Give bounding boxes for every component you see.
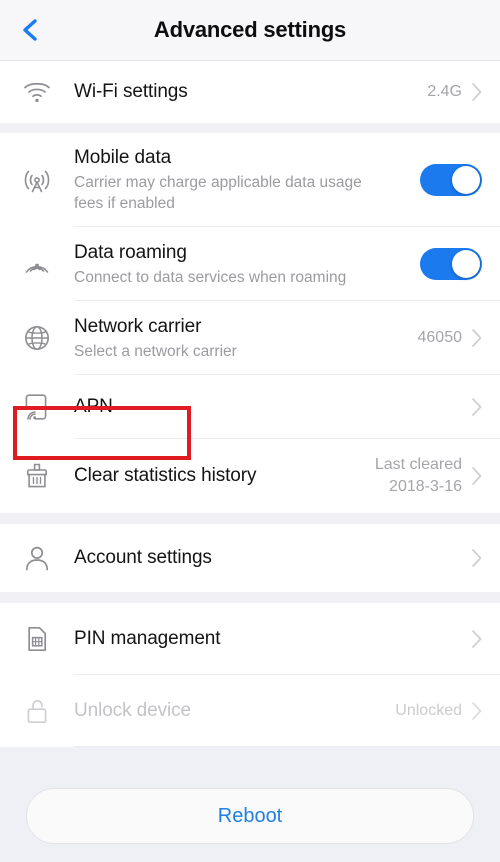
- row-unlock-device[interactable]: Unlock device Unlocked: [0, 675, 500, 747]
- cell-tower-icon: [0, 164, 74, 196]
- row-mobile-data[interactable]: Mobile data Carrier may charge applicabl…: [0, 133, 500, 227]
- person-icon: [0, 543, 74, 573]
- row-value: Unlocked: [395, 702, 462, 719]
- advanced-settings-screen: Advanced settings Wi-Fi settings 2.4G Mo…: [0, 0, 500, 862]
- row-account-settings[interactable]: Account settings: [0, 524, 500, 592]
- section-account: Account settings: [0, 524, 500, 592]
- row-data-roaming[interactable]: Data roaming Connect to data services wh…: [0, 227, 500, 301]
- section-sim: PIN management Unlock device Unlocked: [0, 603, 500, 747]
- row-apn[interactable]: APN: [0, 375, 500, 439]
- brush-icon: [0, 461, 74, 491]
- section-gap: [0, 123, 500, 133]
- wifi-icon: [0, 79, 74, 105]
- row-wifi-settings[interactable]: Wi-Fi settings 2.4G: [0, 61, 500, 123]
- globe-icon: [0, 323, 74, 353]
- footer-bar: Reboot: [0, 770, 500, 862]
- chevron-right-icon[interactable]: [468, 547, 486, 569]
- toggle-knob: [452, 250, 480, 278]
- sim-card-icon: [0, 624, 74, 654]
- chevron-right-icon[interactable]: [468, 700, 486, 722]
- chevron-right-icon[interactable]: [468, 465, 486, 487]
- roaming-signal-icon: [0, 248, 74, 280]
- row-title: Clear statistics history: [74, 465, 257, 486]
- back-button[interactable]: [0, 0, 62, 61]
- toggle-knob: [452, 166, 480, 194]
- reboot-button[interactable]: Reboot: [26, 788, 474, 844]
- unlock-padlock-icon: [0, 696, 74, 726]
- section-gap: [0, 513, 500, 524]
- chevron-right-icon[interactable]: [468, 81, 486, 103]
- row-title: Mobile data: [74, 147, 172, 168]
- chevron-right-icon[interactable]: [468, 628, 486, 650]
- row-text-block: APN: [74, 395, 468, 419]
- chevron-right-icon[interactable]: [468, 396, 486, 418]
- row-value: Last cleared 2018-3-16: [374, 456, 462, 495]
- row-subtitle: Select a network carrier: [74, 342, 237, 360]
- apn-device-icon: [0, 392, 74, 422]
- row-pin-management[interactable]: PIN management: [0, 603, 500, 675]
- chevron-right-icon[interactable]: [468, 327, 486, 349]
- row-title: PIN management: [74, 628, 221, 649]
- row-subtitle: Carrier may charge applicable data usage…: [74, 174, 362, 212]
- app-header: Advanced settings: [0, 0, 500, 61]
- row-title: Wi-Fi settings: [74, 81, 188, 102]
- row-text-block: Clear statistics history: [74, 464, 375, 488]
- section-mobile: Mobile data Carrier may charge applicabl…: [0, 133, 500, 513]
- section-wifi: Wi-Fi settings 2.4G: [0, 61, 500, 123]
- page-title: Advanced settings: [153, 17, 347, 42]
- row-text-block: Mobile data Carrier may charge applicabl…: [74, 146, 420, 214]
- row-title: Network carrier: [74, 315, 202, 337]
- data-roaming-toggle[interactable]: [420, 248, 482, 280]
- row-network-carrier[interactable]: Network carrier Select a network carrier…: [0, 301, 500, 375]
- row-title: Data roaming: [74, 241, 187, 263]
- row-value: 2.4G: [427, 83, 462, 100]
- row-text-block: PIN management: [74, 627, 468, 651]
- mobile-data-toggle[interactable]: [420, 164, 482, 196]
- section-gap: [0, 592, 500, 603]
- row-clear-statistics-history[interactable]: Clear statistics history Last cleared 20…: [0, 439, 500, 513]
- row-text-block: Network carrier Select a network carrier: [74, 315, 418, 362]
- row-text-block: Account settings: [74, 546, 468, 570]
- row-title: APN: [74, 396, 113, 417]
- row-text-block: Unlock device: [74, 699, 395, 723]
- row-value: 46050: [417, 329, 463, 346]
- row-title: Unlock device: [74, 700, 191, 721]
- chevron-left-icon: [23, 19, 37, 41]
- row-subtitle: Connect to data services when roaming: [74, 268, 347, 286]
- row-title: Account settings: [74, 547, 212, 568]
- row-text-block: Data roaming Connect to data services wh…: [74, 241, 420, 288]
- row-text-block: Wi-Fi settings: [74, 80, 427, 104]
